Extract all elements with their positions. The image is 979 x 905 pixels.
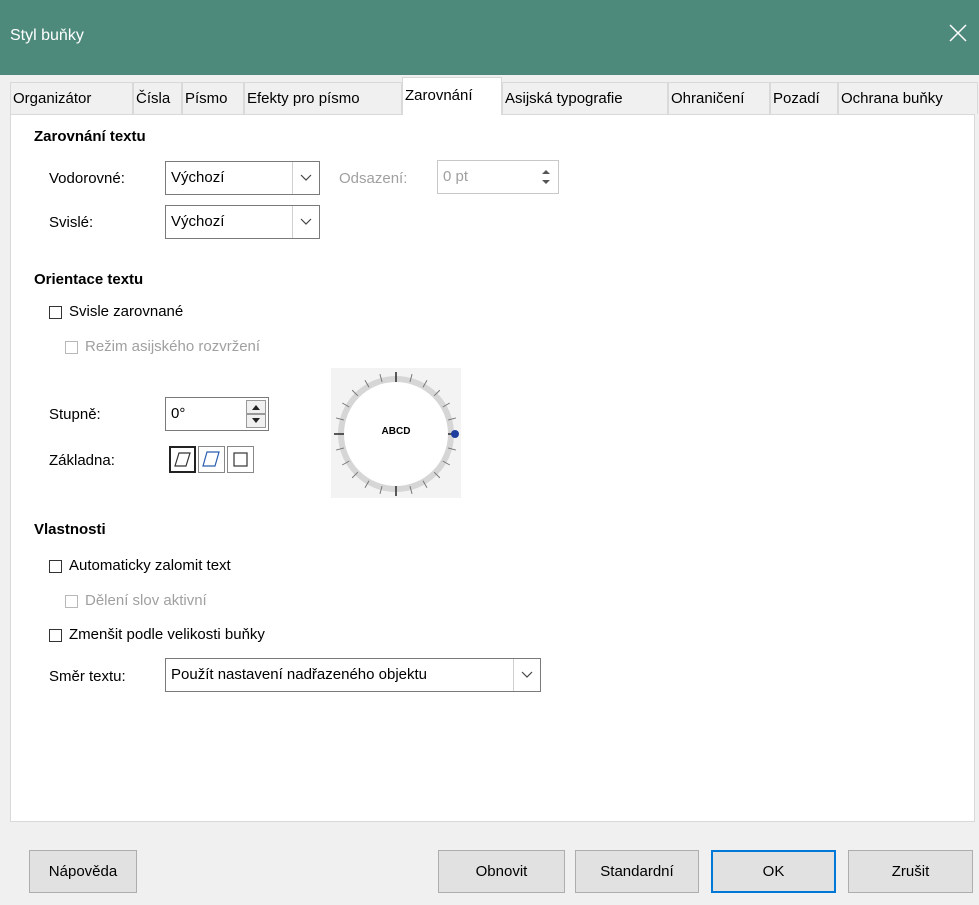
tab-cell-protection[interactable]: Ochrana buňky — [838, 82, 978, 114]
text-direction-dropdown[interactable]: Použít nastavení nadřazeného objektu — [165, 658, 541, 692]
tab-organizer[interactable]: Organizátor — [10, 82, 133, 114]
wrap-text-checkbox[interactable] — [49, 560, 62, 573]
indent-spinbox[interactable]: 0 pt — [437, 160, 559, 194]
tab-alignment[interactable]: Zarovnání — [402, 77, 502, 115]
square-icon — [233, 452, 248, 467]
vertical-stacked-checkbox[interactable] — [49, 306, 62, 319]
indent-label: Odsazení: — [339, 170, 408, 187]
help-button[interactable]: Nápověda — [29, 850, 137, 893]
vertical-label: Svislé: — [49, 214, 94, 231]
parallelogram-icon — [174, 452, 191, 467]
shrink-to-fit-checkbox[interactable] — [49, 629, 62, 642]
tab-numbers[interactable]: Čísla — [133, 82, 182, 114]
text-orientation-heading: Orientace textu — [34, 271, 144, 288]
window-title: Styl buňky — [10, 27, 84, 44]
rotation-dial[interactable]: ABCD — [331, 368, 461, 498]
hyphenation-checkbox[interactable] — [65, 595, 78, 608]
reference-center-button[interactable] — [227, 446, 254, 473]
wrap-text-label: Automaticky zalomit text — [69, 557, 231, 574]
tab-background[interactable]: Pozadí — [770, 82, 838, 114]
title-bar: Styl buňky — [0, 0, 979, 75]
text-direction-value: Použít nastavení nadřazeného objektu — [171, 666, 428, 683]
alignment-panel: Zarovnání textu Vodorovné: Výchozí Odsaz… — [10, 114, 975, 822]
spin-arrows-icon[interactable] — [536, 163, 556, 191]
horizontal-value: Výchozí — [171, 169, 225, 186]
properties-heading: Vlastnosti — [34, 521, 106, 538]
cancel-button[interactable]: Zrušit — [848, 850, 973, 893]
close-icon[interactable] — [947, 22, 969, 44]
shrink-to-fit-label: Zmenšit podle velikosti buňky — [69, 626, 265, 643]
chevron-down-icon[interactable] — [513, 659, 540, 691]
asian-layout-label: Režim asijského rozvržení — [85, 338, 261, 355]
indent-value: 0 pt — [443, 168, 469, 185]
ok-button[interactable]: OK — [711, 850, 836, 893]
tab-asian-typography[interactable]: Asijská typografie — [502, 82, 668, 114]
horizontal-dropdown[interactable]: Výchozí — [165, 161, 320, 195]
parallelogram-blue-icon — [202, 451, 220, 467]
dial-text: ABCD — [381, 426, 411, 437]
reset-button[interactable]: Obnovit — [438, 850, 565, 893]
vertical-stacked-label: Svisle zarovnané — [69, 303, 184, 320]
tab-font[interactable]: Písmo — [182, 82, 244, 114]
reference-top-button[interactable] — [198, 446, 225, 473]
text-direction-label: Směr textu: — [49, 668, 126, 685]
asian-layout-checkbox[interactable] — [65, 341, 78, 354]
tab-borders[interactable]: Ohraničení — [668, 82, 770, 114]
vertical-value: Výchozí — [171, 213, 225, 230]
text-alignment-heading: Zarovnání textu — [34, 128, 146, 145]
reference-bottom-button[interactable] — [169, 446, 196, 473]
vertical-dropdown[interactable]: Výchozí — [165, 205, 320, 239]
reference-edge-label: Základna: — [49, 452, 115, 469]
horizontal-label: Vodorovné: — [49, 170, 125, 187]
chevron-down-icon[interactable] — [292, 162, 319, 194]
tab-font-effects[interactable]: Efekty pro písmo — [244, 82, 402, 114]
standard-button[interactable]: Standardní — [575, 850, 699, 893]
degrees-spinbox[interactable]: 0° — [165, 397, 269, 431]
hyphenation-label: Dělení slov aktivní — [85, 592, 207, 609]
chevron-down-icon[interactable] — [292, 206, 319, 238]
spin-arrows-icon[interactable] — [246, 400, 266, 428]
tab-bar: Organizátor Čísla Písmo Efekty pro písmo… — [10, 77, 978, 115]
degrees-label: Stupně: — [49, 406, 101, 423]
degrees-value: 0° — [171, 405, 186, 422]
